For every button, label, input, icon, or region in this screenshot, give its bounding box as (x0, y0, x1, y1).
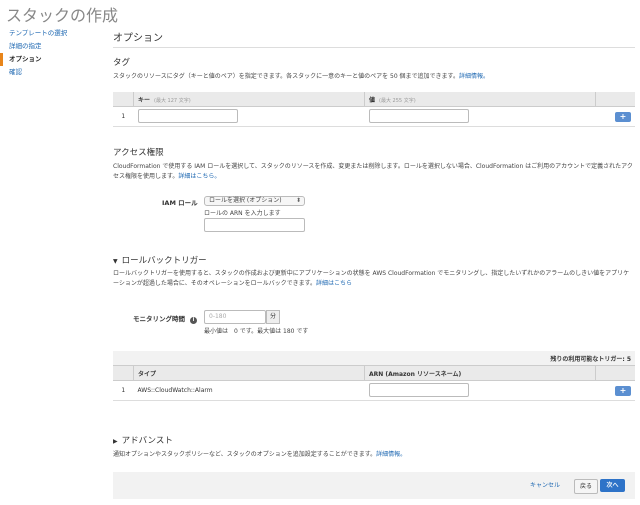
monitoring-range-hint: 最小値は 0 です。最大値は 180 です (204, 328, 309, 335)
add-trigger-button[interactable]: + (615, 385, 631, 396)
tags-row-number: 1 (113, 106, 134, 127)
access-heading: アクセス権限 (113, 148, 164, 158)
access-learn-more-link[interactable]: 詳細はこちら。 (178, 173, 220, 180)
rollback-add-cell: + (595, 380, 635, 401)
rollback-heading[interactable]: ▼ ロールバックトリガー (113, 254, 207, 266)
tags-action-header (595, 92, 635, 107)
rollback-action-header (595, 365, 635, 381)
table-row: 1 AWS::CloudWatch::Alarm + (113, 380, 635, 401)
tag-key-input[interactable] (137, 108, 238, 123)
heading-divider (113, 47, 635, 48)
rollback-arn-cell (364, 380, 596, 401)
remaining-triggers: 残りの利用可能なトリガー: 5 (113, 351, 635, 366)
role-arn-label: ロールの ARN を入力します (204, 210, 281, 217)
rollback-type-cell: AWS::CloudWatch::Alarm (133, 380, 365, 401)
tags-heading: タグ (113, 58, 131, 68)
wizard-footer: キャンセル 戻る 次へ (113, 472, 635, 499)
rollback-description: ロールバックトリガーを使用すると、スタックの作成および更新中にアプリケーションの… (113, 270, 630, 287)
rollback-num-header (113, 365, 134, 381)
monitoring-time-label: モニタリング時間 i (133, 313, 197, 324)
add-tag-button[interactable]: + (615, 111, 631, 122)
chevron-down-icon: ▼ (113, 258, 118, 265)
rollback-learn-more-link[interactable]: 詳細はこちら (316, 280, 352, 287)
tags-key-header: キー (最大 127 文字) (133, 92, 365, 107)
access-description: CloudFormation で使用する IAM ロールを選択して、スタックのリ… (113, 163, 633, 180)
alarm-arn-input[interactable] (368, 382, 469, 397)
advanced-description: 通知オプションやスタックポリシーなど、スタックのオプションを追加設定することがで… (113, 451, 407, 458)
tags-learn-more-link[interactable]: 詳細情報。 (459, 73, 489, 80)
nav-item-review[interactable]: 確認 (0, 66, 100, 79)
tags-num-header (113, 92, 134, 107)
tags-add-cell: + (595, 106, 635, 127)
tags-key-cell (133, 106, 365, 127)
role-arn-input[interactable] (204, 218, 305, 232)
nav-item-select-template[interactable]: テンプレートの選択 (0, 27, 100, 40)
rollback-triggers-table: 残りの利用可能なトリガー: 5 タイプ ARN (Amazon リソースネーム)… (113, 351, 635, 401)
rollback-type-header: タイプ (133, 365, 365, 381)
iam-role-select[interactable]: ロールを選択 (オプション) ⬍ (204, 196, 305, 206)
page-title: スタックの作成 (6, 6, 119, 25)
monitoring-time-input[interactable]: 0-180 (204, 310, 266, 324)
advanced-heading[interactable]: ▶ アドバンスト (113, 434, 173, 446)
next-button[interactable]: 次へ (600, 479, 625, 492)
tags-table: キー (最大 127 文字) 値 (最大 255 文字) 1 + (113, 92, 635, 127)
nav-item-options: オプション (0, 53, 100, 66)
back-button[interactable]: 戻る (574, 479, 598, 494)
rollback-arn-header: ARN (Amazon リソースネーム) (364, 365, 596, 381)
tag-value-input[interactable] (368, 108, 469, 123)
table-row: 1 + (113, 106, 635, 127)
minutes-unit: 分 (266, 310, 280, 324)
advanced-learn-more-link[interactable]: 詳細情報。 (376, 451, 406, 458)
tags-value-header: 値 (最大 255 文字) (364, 92, 596, 107)
nav-item-specify-details[interactable]: 詳細の指定 (0, 40, 100, 53)
chevron-right-icon: ▶ (113, 438, 118, 445)
wizard-steps-nav: テンプレートの選択 詳細の指定 オプション 確認 (0, 27, 100, 79)
options-heading: オプション (113, 33, 163, 44)
tags-value-cell (364, 106, 596, 127)
tags-description: スタックのリソースにタグ（キーと値のペア）を指定できます。各スタックに一意のキー… (113, 73, 489, 80)
iam-role-label: IAM ロール (162, 199, 198, 207)
rollback-row-number: 1 (113, 380, 134, 401)
cancel-button[interactable]: キャンセル (525, 479, 565, 492)
select-arrows-icon: ⬍ (295, 197, 301, 204)
info-icon[interactable]: i (190, 317, 197, 324)
